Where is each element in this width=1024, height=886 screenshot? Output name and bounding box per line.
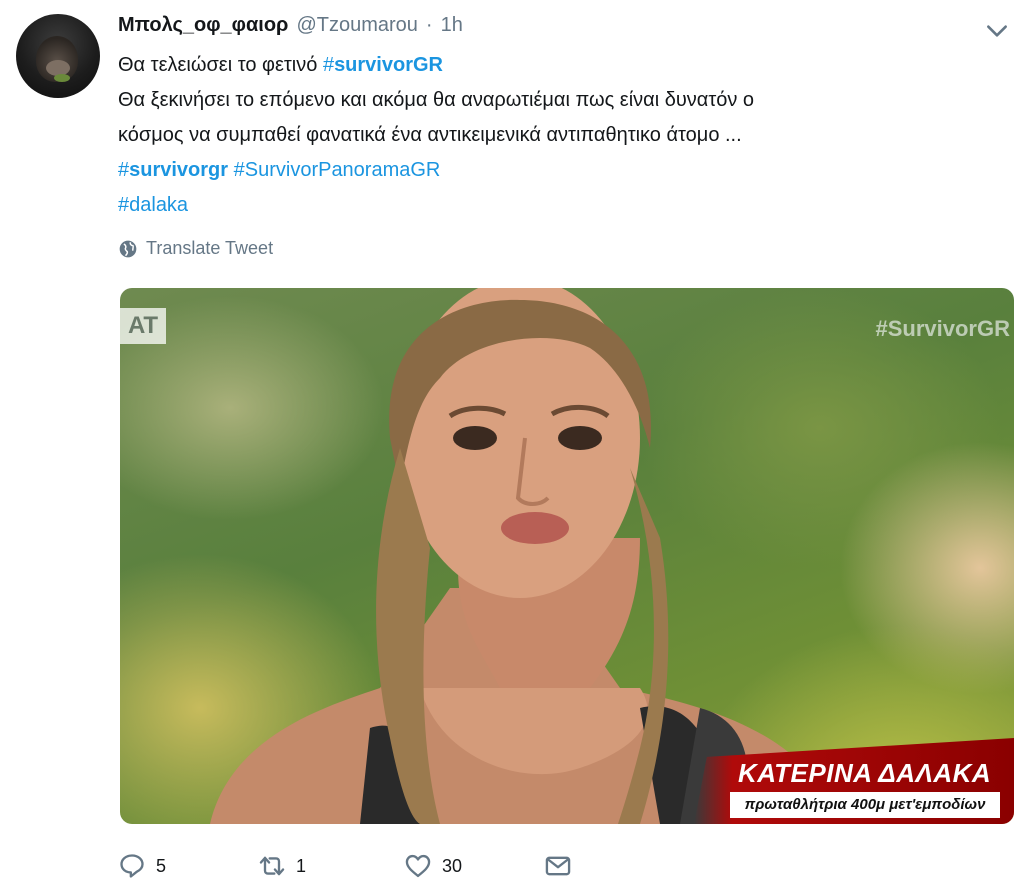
channel-logo: ΑΤ: [120, 308, 166, 344]
tweet-actions: 5 1 30: [118, 846, 572, 886]
hashtag-word: survivorGR: [334, 54, 443, 76]
translate-tweet-button[interactable]: Translate Tweet: [118, 238, 273, 259]
hashtag-survivorpanoramagr[interactable]: #SurvivorPanoramaGR: [234, 159, 441, 181]
reply-count: 5: [156, 855, 167, 876]
hashtag-symbol: #: [118, 159, 130, 181]
hashtag-survivorgr[interactable]: #survivorgr: [118, 159, 228, 181]
translate-label: Translate Tweet: [146, 238, 274, 258]
tweet-time[interactable]: 1h: [441, 14, 463, 37]
video-watermark: #SurvivorGR: [875, 316, 1011, 341]
author-handle[interactable]: @Tzoumarou: [296, 14, 417, 37]
reply-icon: [120, 854, 144, 878]
tweet-text: Θα τελειώσει το φετινό #survivorGR Θα ξε…: [118, 48, 998, 223]
lower-third-caption: ΚΑΤΕΡΙΝΑ ΔΑΛΑΚΑ πρωταθλήτρια 400μ μετ'εμ…: [694, 738, 1014, 824]
tweet-line-2: Θα ξεκινήσει το επόμενο και ακόμα θα ανα…: [118, 89, 755, 111]
like-button[interactable]: 30: [404, 852, 544, 880]
tweet-line-4: #survivorgr #SurvivorPanoramaGR: [118, 153, 998, 188]
retweet-button[interactable]: 1: [258, 852, 404, 880]
caption-subtitle: πρωταθλήτρια 400μ μετ'εμποδίων: [730, 792, 1000, 818]
tweet-line-1: Θα τελειώσει το φετινό #survivorGR: [118, 48, 998, 83]
avatar-leaf: [54, 74, 70, 82]
tweet-line-1-text: Θα τελειώσει το φετινό: [118, 54, 323, 76]
direct-message-button[interactable]: [544, 852, 572, 880]
envelope-icon: [545, 856, 571, 876]
hashtag-symbol: #: [322, 54, 335, 76]
caption-name: ΚΑΤΕΡΙΝΑ ΔΑΛΑΚΑ: [738, 758, 992, 788]
header-separator: ·: [425, 14, 433, 36]
reply-button[interactable]: 5: [118, 852, 258, 880]
hashtag-dalaka[interactable]: #dalaka: [118, 194, 188, 216]
retweet-count: 1: [296, 855, 307, 876]
tweet-line-3: κόσμος να συμπαθεί φανατικά ένα αντικειμ…: [118, 124, 742, 146]
author-name[interactable]: Μπολς_οφ_φαιορ: [118, 14, 288, 37]
like-count: 30: [442, 855, 463, 876]
chevron-down-icon[interactable]: [984, 18, 1010, 44]
globe-icon: [119, 240, 137, 257]
heart-icon: [405, 854, 431, 878]
author-avatar[interactable]: [16, 14, 100, 98]
tweet-header: Μπολς_οφ_φαιορ @Tzoumarou · 1h: [118, 14, 463, 42]
hashtag-word: survivorgr: [129, 159, 229, 181]
tweet-line-5: #dalaka: [118, 188, 998, 223]
tweet-media-image[interactable]: ΑΤ #SurvivorGR ΚΑΤΕΡΙΝΑ ΔΑΛΑΚΑ πρωταθλήτ…: [120, 288, 1014, 824]
hashtag-survivorGR[interactable]: #survivorGR: [323, 54, 443, 76]
retweet-icon: [259, 856, 285, 876]
